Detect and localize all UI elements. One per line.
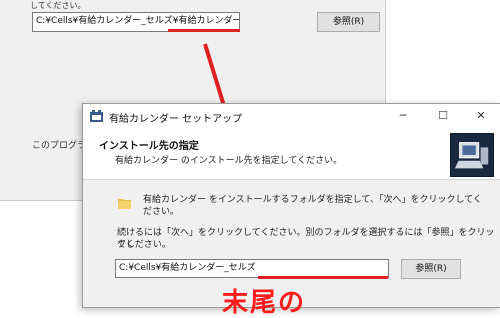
window-title: 有給カレンダー セットアップ	[109, 114, 243, 125]
setup-dialog: 有給カレンダー セットアップ ─ ☐ ✕ インストール先の指定 有給カレンダー …	[82, 103, 500, 308]
back-instruction-text: してください。	[30, 1, 86, 10]
back-program-text: このプログラ	[32, 141, 87, 151]
minimize-button[interactable]: ─	[386, 106, 420, 126]
annotation-caption: 末尾の	[222, 288, 307, 318]
header-title: インストール先の指定	[99, 141, 199, 152]
instruction-line-2a: 続けるには「次へ」をクリックしてください。別のフォルダを選択するには「参照」をク…	[117, 228, 495, 250]
instruction-line-1b: ださい。	[143, 207, 180, 217]
instruction-line-1a: 有給カレンダー をインストールするフォルダを指定して、「次へ」をクリックしてく	[143, 195, 482, 205]
setup-computer-logo	[450, 133, 494, 177]
close-button[interactable]: ✕	[464, 106, 498, 126]
instruction-line-2b: てください。	[117, 240, 171, 250]
title-bar: 有給カレンダー セットアップ ─ ☐ ✕	[83, 104, 500, 130]
folder-icon	[118, 199, 131, 209]
maximize-button[interactable]: ☐	[426, 106, 460, 126]
back-browse-button[interactable]: 参照(R)	[317, 12, 380, 32]
highlight-underline-top	[168, 29, 240, 32]
installer-app-icon	[90, 110, 103, 122]
wizard-header: インストール先の指定 有給カレンダー のインストール先を指定してください。	[83, 129, 500, 180]
highlight-underline-bottom	[258, 276, 388, 279]
header-subtitle: 有給カレンダー のインストール先を指定してください。	[115, 156, 343, 166]
browse-button[interactable]: 参照(R)	[401, 259, 461, 279]
